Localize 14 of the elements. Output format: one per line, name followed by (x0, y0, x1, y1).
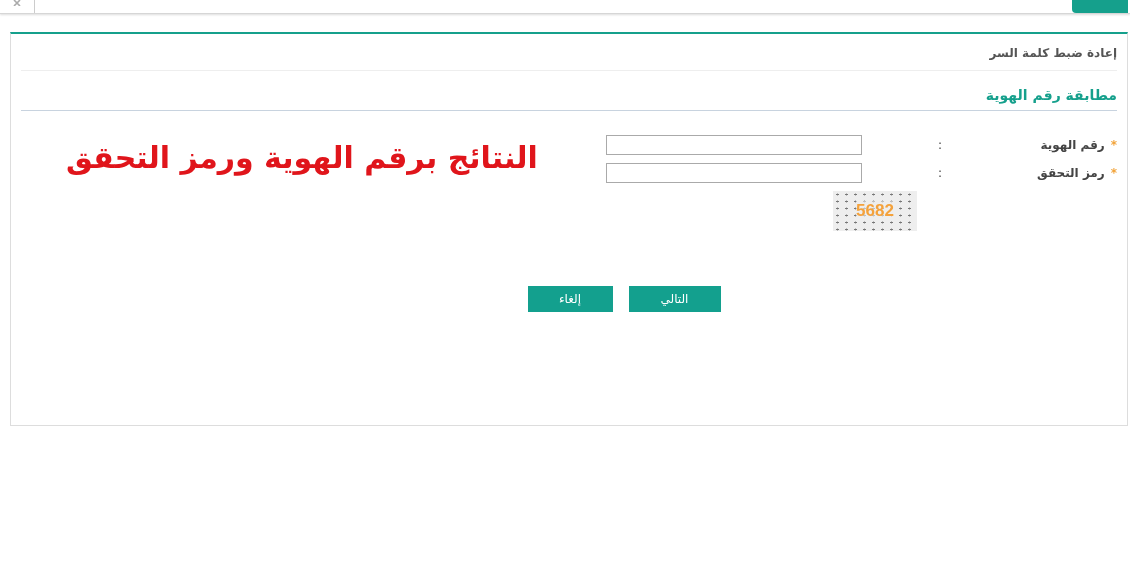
required-mark: * (1110, 138, 1117, 152)
colon: : (937, 138, 942, 152)
action-button[interactable]: التالي (628, 286, 721, 312)
action-button[interactable]: إلغاء (527, 286, 613, 312)
caption: النتائج برقم الهوية ورمز التحقق (66, 140, 538, 175)
input-field[interactable] (606, 163, 862, 183)
input-field[interactable] (606, 135, 862, 155)
field-label: رقم الهوية (1040, 138, 1105, 152)
section-title: مطابقة رقم الهوية (21, 71, 1117, 111)
field-label: رمز التحقق (1037, 166, 1105, 180)
page-title: إعادة ضبط كلمة السر (21, 34, 1117, 71)
colon: : (937, 166, 942, 180)
close-icon[interactable] (13, 0, 21, 6)
required-mark: * (1110, 166, 1117, 180)
